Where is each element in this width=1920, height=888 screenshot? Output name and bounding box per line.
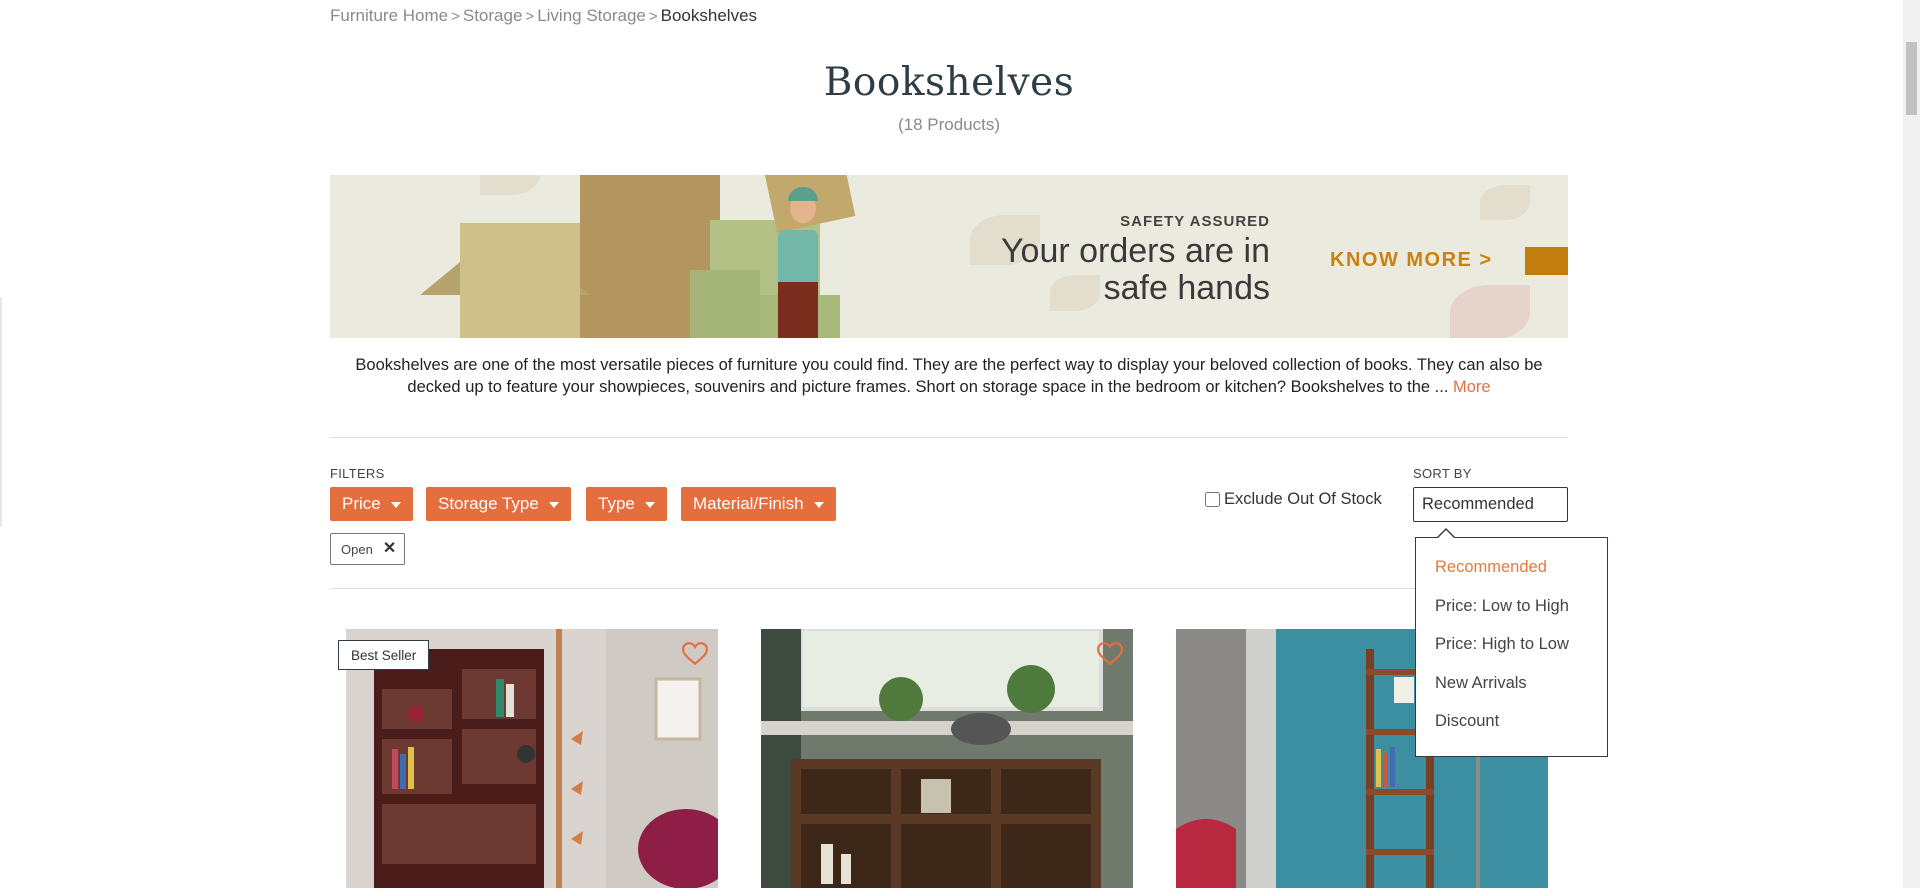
breadcrumb-separator: > [451,8,460,25]
best-seller-badge: Best Seller [338,640,430,670]
description-text: Bookshelves are one of the most versatil… [355,356,1543,396]
promo-banner[interactable]: SAFETY ASSURED Your orders are in safe h… [330,175,1568,338]
filter-label: Type [598,494,635,513]
sort-by-select[interactable]: Recommended [1413,487,1568,522]
category-description: Bookshelves are one of the most versatil… [330,354,1568,398]
banner-headline: Your orders are in safe hands [1001,233,1270,307]
sort-by-label: SORT BY [1413,466,1472,481]
banner-decor-leaf [1480,185,1530,220]
product-count: (18 Products) [897,115,1001,134]
banner-illustration-person [778,230,818,282]
sort-option-new-arrivals[interactable]: New Arrivals [1416,673,1607,712]
filter-label: Storage Type [438,494,539,513]
heart-icon[interactable] [1097,642,1123,666]
breadcrumb: Furniture Home > Storage > Living Storage > Bo… [330,6,757,26]
caret-down-icon [390,502,401,508]
banner-headline-line: Your orders are in [1000,232,1270,270]
filter-type-button[interactable]: Type [586,487,667,521]
banner-accent-block [1525,247,1568,275]
filters-label: FILTERS [330,466,385,481]
filter-label: Price [342,494,381,513]
filter-material-finish-button[interactable]: Material/Finish [681,487,836,521]
page-scrollbar[interactable] [1903,0,1920,888]
exclude-out-of-stock-checkbox[interactable] [1205,492,1220,507]
close-icon[interactable]: ✕ [383,541,396,557]
heart-icon[interactable] [682,642,708,666]
page-title: Bookshelves [823,60,1075,105]
divider [330,588,1568,589]
left-edge-line [0,297,2,527]
description-more-link[interactable]: More [1453,378,1491,396]
sort-option-price-low-to-high[interactable]: Price: Low to High [1416,596,1607,635]
chip-label: Open [341,541,373,557]
scrollbar-thumb[interactable] [1906,42,1917,115]
banner-decor-leaf [1450,285,1530,338]
breadcrumb-link-living-storage[interactable]: Living Storage [537,6,646,25]
filter-price-button[interactable]: Price [330,487,413,521]
banner-decor-leaf [480,175,540,195]
breadcrumb-link-furniture-home[interactable]: Furniture Home [330,6,448,25]
product-card[interactable] [761,629,1133,888]
sort-option-recommended[interactable]: Recommended [1416,557,1607,596]
sort-option-discount[interactable]: Discount [1416,711,1607,750]
sort-options-list: Recommended Price: Low to High Price: Hi… [1416,538,1607,750]
caret-down-icon [548,502,559,508]
sort-option-price-high-to-low[interactable]: Price: High to Low [1416,634,1607,673]
breadcrumb-link-storage[interactable]: Storage [463,6,523,25]
divider [330,437,1568,438]
product-image [761,629,1133,888]
banner-illustration-box [460,223,580,338]
dropdown-pointer [1437,530,1455,539]
breadcrumb-separator: > [648,8,658,25]
filter-storage-type-button[interactable]: Storage Type [426,487,571,521]
filter-label: Material/Finish [693,494,804,513]
applied-filter-chip: Open ✕ [330,533,406,565]
breadcrumb-current: Bookshelves [660,6,758,25]
exclude-out-of-stock-label: Exclude Out Of Stock [1224,490,1382,508]
exclude-out-of-stock[interactable]: Exclude Out Of Stock [1205,490,1382,509]
banner-headline-line: safe hands [1103,269,1270,307]
banner-eyebrow: SAFETY ASSURED [1120,213,1270,230]
banner-know-more-link[interactable]: KNOW MORE > [1330,249,1493,272]
banner-illustration-box [690,270,760,338]
caret-down-icon [813,502,824,508]
breadcrumb-separator: > [525,8,535,25]
sort-dropdown-menu: Recommended Price: Low to High Price: Hi… [1415,528,1608,757]
caret-down-icon [644,502,655,508]
